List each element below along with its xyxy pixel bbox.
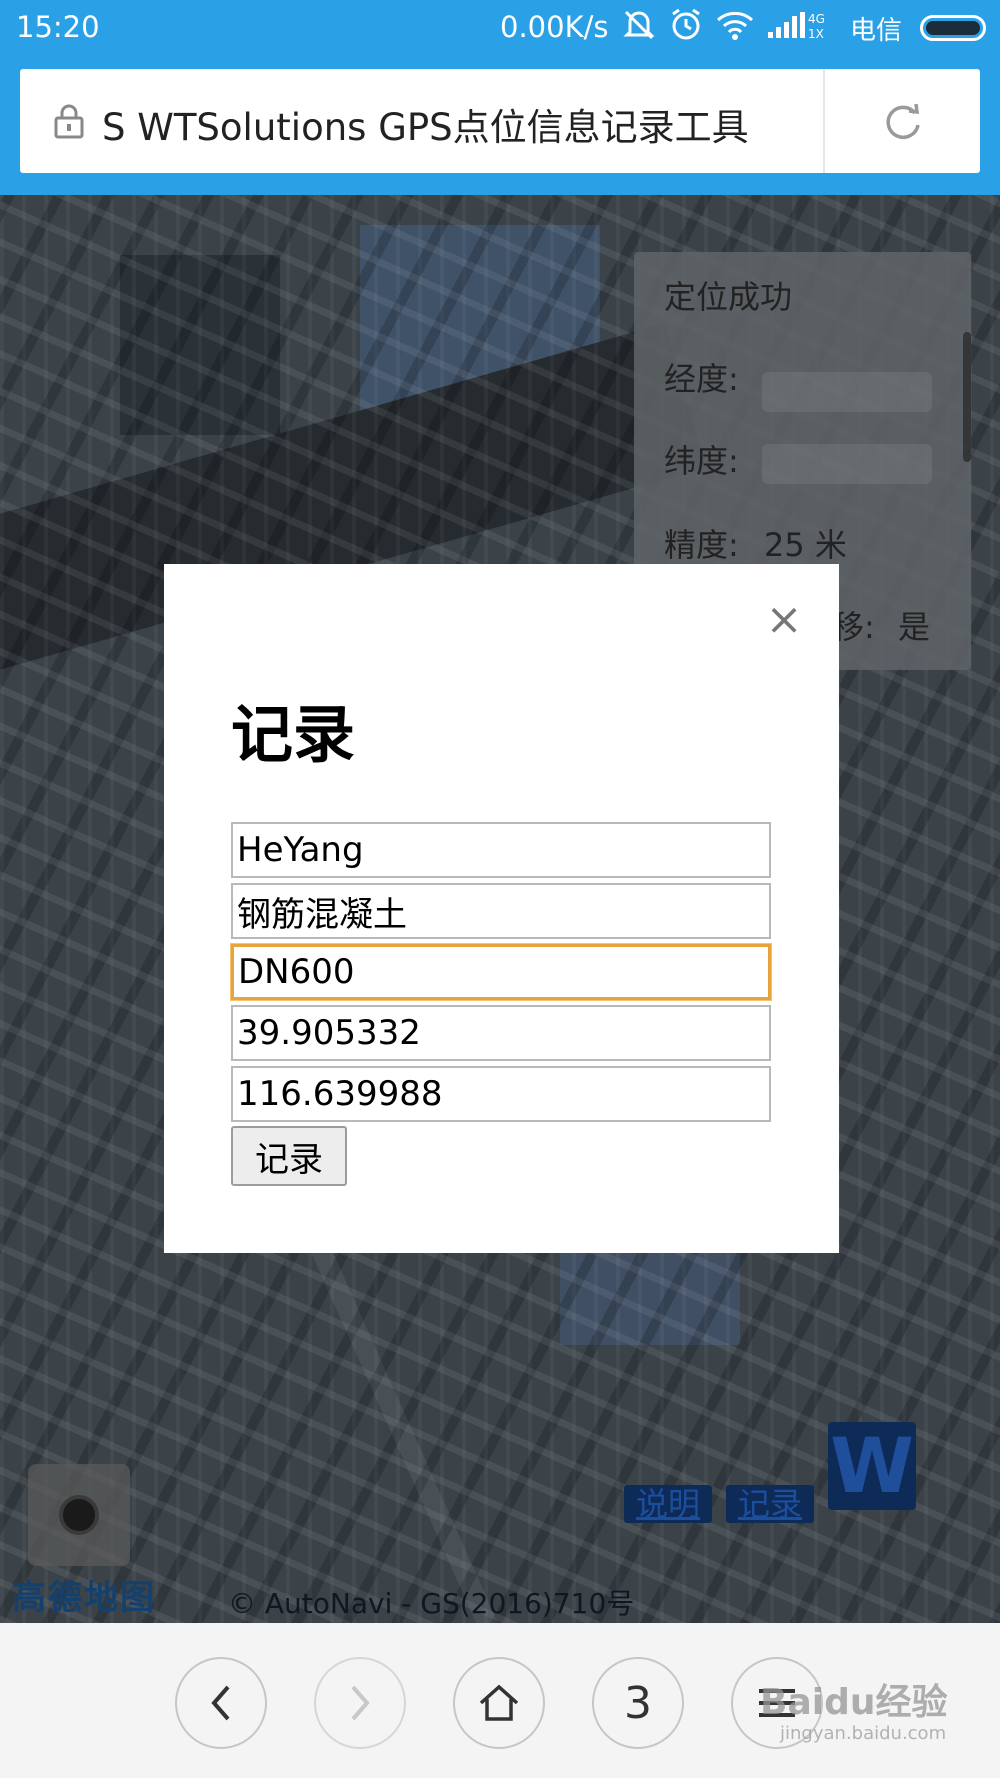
svg-text:1X: 1X bbox=[808, 27, 824, 40]
browser-toolbar: S WTSolutions GPS点位信息记录工具 bbox=[0, 57, 1000, 195]
latitude-value-redacted bbox=[762, 444, 932, 484]
submit-record-button[interactable]: 记录 bbox=[231, 1126, 347, 1186]
signal-icon: 4G1X bbox=[768, 12, 825, 40]
home-button[interactable] bbox=[453, 1657, 545, 1749]
chevron-left-icon bbox=[211, 1685, 230, 1721]
back-button[interactable] bbox=[175, 1657, 267, 1749]
tabs-button[interactable]: 3 bbox=[592, 1657, 684, 1749]
latitude-input[interactable] bbox=[231, 1005, 771, 1061]
longitude-input[interactable] bbox=[231, 1066, 771, 1122]
latitude-label: 纬度: bbox=[664, 442, 739, 480]
name-input[interactable] bbox=[231, 822, 771, 878]
longitude-label: 经度: bbox=[664, 360, 739, 398]
svg-text:4G: 4G bbox=[808, 12, 825, 26]
browser-bottom-nav: 3 Baidu经验 jingyan.baidu.com bbox=[0, 1623, 1000, 1778]
locate-button[interactable] bbox=[28, 1464, 130, 1566]
record-link[interactable]: 记录 bbox=[726, 1485, 815, 1523]
alarm-icon bbox=[672, 8, 700, 40]
address-divider bbox=[823, 69, 825, 173]
longitude-value-redacted bbox=[762, 372, 932, 412]
record-dialog: × 记录 记录 bbox=[164, 564, 839, 1253]
material-input[interactable] bbox=[231, 883, 771, 939]
page-title: S WTSolutions GPS点位信息记录工具 bbox=[102, 106, 749, 149]
battery-icon bbox=[920, 15, 986, 41]
network-speed: 0.00K/s bbox=[500, 10, 609, 44]
accuracy-value: 25 米 bbox=[764, 526, 847, 564]
address-bar[interactable]: S WTSolutions GPS点位信息记录工具 bbox=[20, 69, 980, 173]
diameter-input[interactable] bbox=[231, 944, 771, 1000]
accuracy-label: 精度: bbox=[664, 526, 739, 564]
home-icon bbox=[479, 1684, 519, 1721]
panel-scrollbar[interactable] bbox=[963, 332, 971, 462]
reload-icon[interactable] bbox=[883, 101, 923, 141]
forward-button[interactable] bbox=[314, 1657, 406, 1749]
help-link[interactable]: 说明 bbox=[624, 1485, 713, 1523]
close-icon[interactable]: × bbox=[764, 598, 804, 642]
status-bar: 15:20 0.00K/s 4G 1X 电信 bbox=[0, 0, 1000, 57]
offset-value: 是 bbox=[898, 608, 931, 646]
lock-icon bbox=[54, 104, 84, 139]
amap-logo: 高德地图 bbox=[12, 1578, 156, 1618]
status-icons: 4G 1X bbox=[622, 8, 830, 42]
mute-icon bbox=[623, 10, 655, 40]
dialog-title: 记录 bbox=[231, 698, 356, 771]
baidu-watermark-url: jingyan.baidu.com bbox=[780, 1723, 947, 1744]
brand-logo: W bbox=[828, 1422, 916, 1510]
map-copyright: © AutoNavi - GS(2016)710号 bbox=[228, 1587, 635, 1620]
baidu-watermark: Baidu经验 bbox=[760, 1682, 948, 1723]
chevron-right-icon bbox=[351, 1685, 370, 1721]
status-time: 15:20 bbox=[16, 10, 100, 44]
locate-icon bbox=[59, 1495, 99, 1535]
carrier-name: 电信 bbox=[850, 16, 903, 46]
location-status: 定位成功 bbox=[664, 278, 793, 316]
wifi-icon bbox=[716, 11, 754, 40]
